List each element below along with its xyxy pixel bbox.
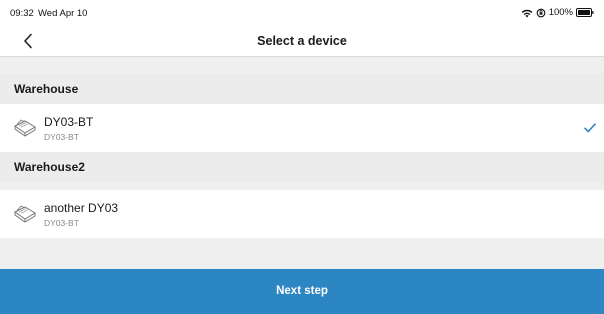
status-time: 09:32 [10, 8, 34, 19]
orientation-lock-icon [536, 8, 546, 17]
device-name: DY03-BT [44, 115, 94, 129]
navigation-bar: Select a device [0, 25, 604, 57]
device-name: another DY03 [44, 201, 119, 215]
device-row-another-dy03[interactable]: another DY03 DY03-BT [0, 190, 604, 238]
status-bar: 09:32 Wed Apr 10 100% [0, 0, 604, 25]
device-row-dy03-bt[interactable]: DY03-BT DY03-BT [0, 104, 604, 152]
section-header-warehouse: Warehouse [0, 74, 604, 104]
checkmark-icon [584, 123, 596, 133]
battery-percentage: 100% [548, 7, 573, 18]
device-model: DY03-BT [44, 132, 79, 142]
printer-icon [14, 119, 36, 137]
wifi-icon [521, 9, 533, 17]
section-header-warehouse2: Warehouse2 [0, 152, 604, 182]
status-date: Wed Apr 10 [38, 8, 88, 19]
status-indicators: 100% [521, 7, 594, 18]
device-model: DY03-BT [44, 218, 79, 228]
battery-icon [576, 8, 594, 17]
next-step-button[interactable]: Next step [0, 269, 604, 314]
page-title: Select a device [257, 34, 347, 48]
printer-icon [14, 205, 36, 223]
